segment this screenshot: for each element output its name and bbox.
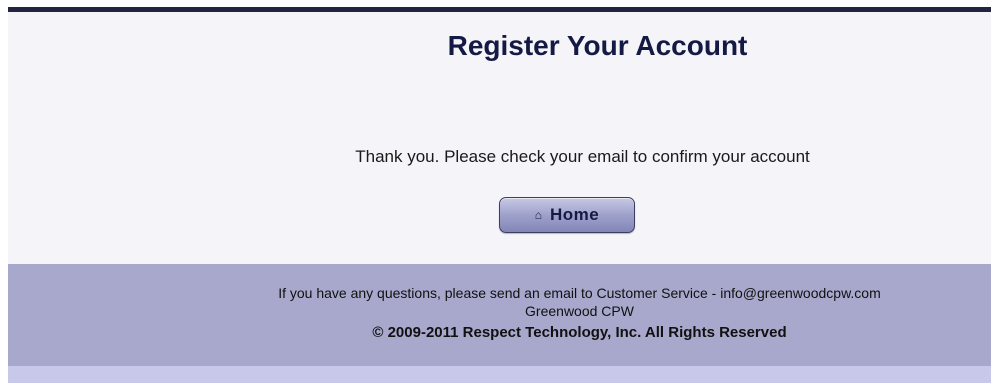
home-button-label: Home — [550, 205, 600, 224]
footer-copyright: © 2009-2011 Respect Technology, Inc. All… — [372, 324, 787, 341]
home-icon: ⌂ — [534, 208, 542, 222]
footer: If you have any questions, please send a… — [8, 264, 991, 366]
page: Register Your Account Thank you. Please … — [0, 0, 991, 383]
home-button[interactable]: ⌂ Home — [499, 197, 635, 233]
footer-contact-text: If you have any questions, please send a… — [278, 285, 881, 301]
bottom-border-bar — [8, 366, 991, 383]
confirmation-message: Thank you. Please check your email to co… — [355, 147, 810, 166]
page-title: Register Your Account — [447, 30, 748, 61]
main-content: Register Your Account Thank you. Please … — [8, 12, 991, 264]
footer-company-name: Greenwood CPW — [525, 303, 634, 319]
